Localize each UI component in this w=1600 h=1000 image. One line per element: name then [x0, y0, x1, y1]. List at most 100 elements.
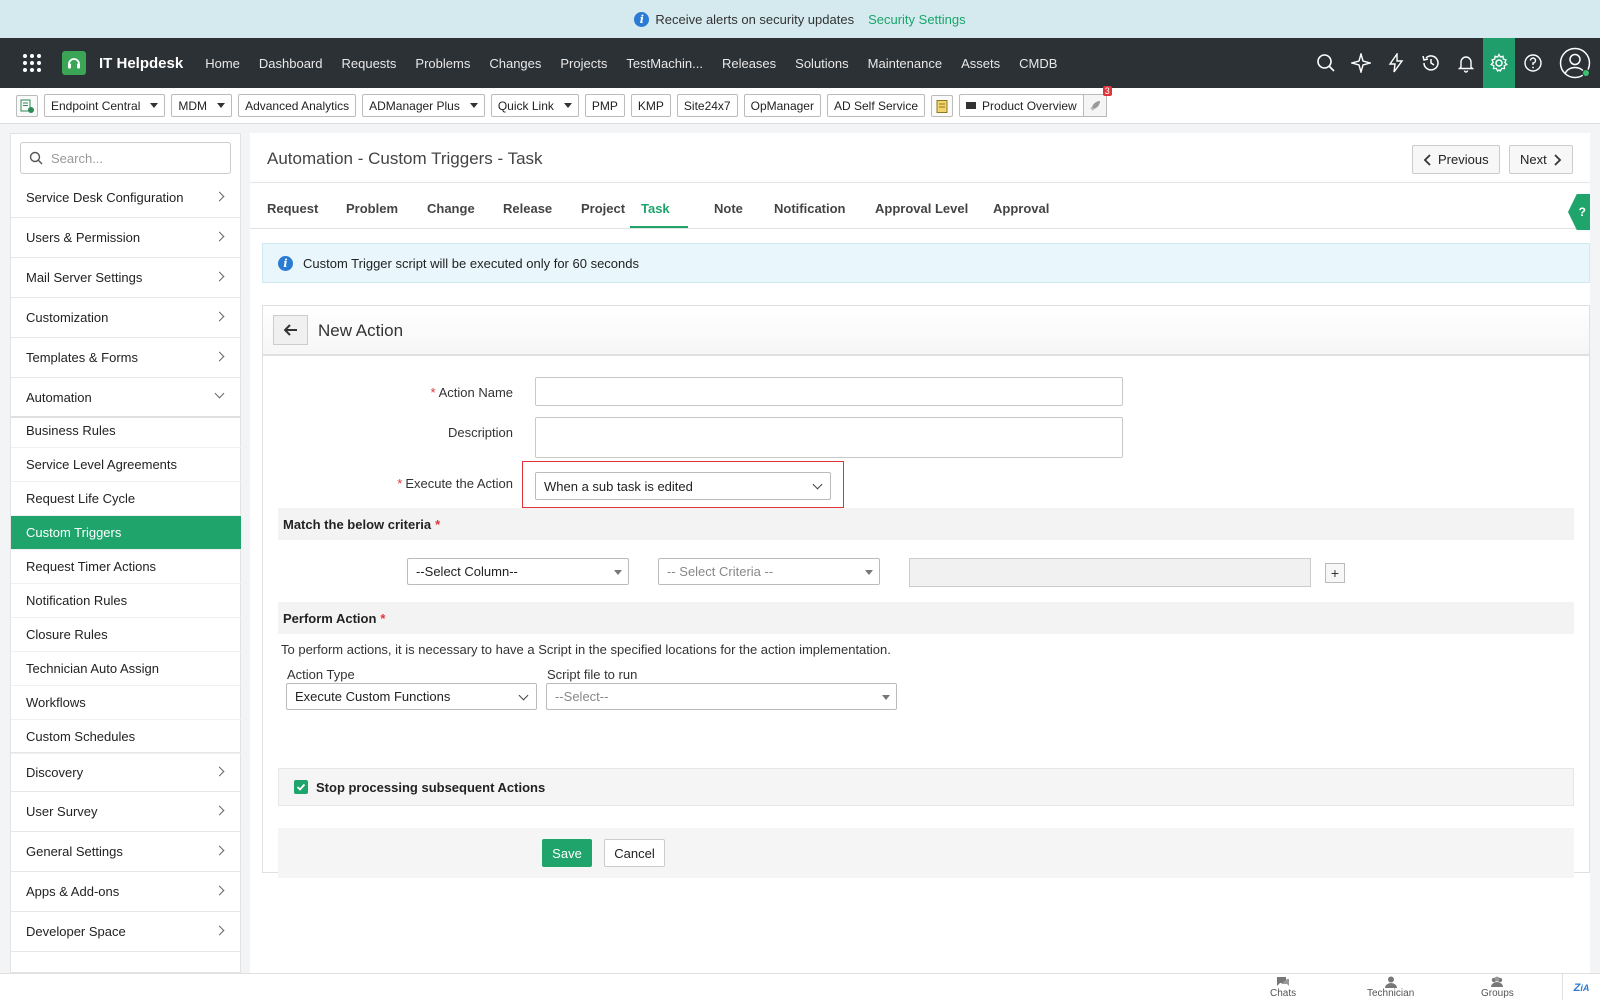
criteria-section-header: Match the below criteria *	[278, 508, 1574, 540]
tab-notification[interactable]: Notification	[774, 201, 846, 216]
sidebar-sub-request-life-cycle[interactable]: Request Life Cycle	[11, 482, 241, 516]
settings-gear-icon[interactable]	[1483, 38, 1515, 88]
product-overview-button[interactable]: Product Overview	[959, 94, 1084, 117]
checkmark-icon	[296, 783, 306, 791]
zia-assistant-icon[interactable]: ZiA	[1562, 974, 1600, 1000]
nav-requests[interactable]: Requests	[342, 56, 397, 71]
add-widget-icon[interactable]	[16, 94, 38, 117]
sidebar-sub-business-rules[interactable]: Business Rules	[11, 414, 241, 448]
execute-action-select[interactable]: When a sub task is edited	[535, 472, 831, 500]
main-content: Automation - Custom Triggers - Task Prev…	[250, 133, 1590, 973]
quick-link-dropdown[interactable]: Quick Link	[490, 94, 579, 117]
sidebar-sub-notification-rules[interactable]: Notification Rules	[11, 584, 241, 618]
nav-problems[interactable]: Problems	[415, 56, 470, 71]
user-avatar-icon[interactable]	[1550, 38, 1600, 88]
tab-project[interactable]: Project	[581, 201, 625, 216]
tab-approval[interactable]: Approval	[993, 201, 1049, 216]
select-column-dropdown[interactable]: --Select Column--	[407, 558, 629, 585]
page-title: Automation - Custom Triggers - Task	[267, 149, 543, 168]
nav-solutions[interactable]: Solutions	[795, 56, 848, 71]
nav-projects[interactable]: Projects	[560, 56, 607, 71]
criteria-value-input[interactable]	[909, 558, 1311, 587]
active-tab-indicator	[630, 226, 688, 228]
rocket-icon[interactable]: 3	[1082, 86, 1112, 117]
chevron-right-icon	[214, 311, 225, 322]
sidebar-item-service-desk-configuration[interactable]: Service Desk Configuration	[11, 178, 241, 218]
technician-button[interactable]: Technician	[1367, 976, 1414, 999]
tab-request[interactable]: Request	[267, 201, 318, 216]
sidebar-item-customization[interactable]: Customization	[11, 298, 241, 338]
script-file-label: Script file to run	[547, 667, 638, 682]
action-type-label: Action Type	[287, 667, 355, 682]
previous-button[interactable]: Previous	[1412, 145, 1500, 174]
sidebar-sub-workflows[interactable]: Workflows	[11, 686, 241, 720]
cancel-button[interactable]: Cancel	[604, 839, 665, 867]
sidebar-item-automation[interactable]: Automation	[11, 378, 241, 418]
sidebar-search-input[interactable]: Search...	[20, 142, 231, 174]
tab-change[interactable]: Change	[427, 201, 475, 216]
sidebar-item-mail-server-settings[interactable]: Mail Server Settings	[11, 258, 241, 298]
tab-problem[interactable]: Problem	[346, 201, 398, 216]
sidebar-item-templates-forms[interactable]: Templates & Forms	[11, 338, 241, 378]
sidebar-item-developer-space[interactable]: Developer Space	[11, 912, 241, 952]
groups-button[interactable]: Groups	[1481, 976, 1514, 999]
sidebar-sub-custom-schedules[interactable]: Custom Schedules	[11, 720, 241, 754]
nav-changes[interactable]: Changes	[489, 56, 541, 71]
sidebar-sub-request-timer-actions[interactable]: Request Timer Actions	[11, 550, 241, 584]
sidebar-item-discovery[interactable]: Discovery	[11, 752, 241, 792]
bell-icon[interactable]	[1448, 38, 1483, 88]
action-name-input[interactable]	[535, 377, 1123, 406]
security-settings-link[interactable]: Security Settings	[868, 12, 966, 27]
site24x7-button[interactable]: Site24x7	[676, 94, 738, 117]
help-icon[interactable]	[1515, 38, 1550, 88]
lightning-icon[interactable]	[1378, 38, 1413, 88]
nav-testmachine[interactable]: TestMachin...	[626, 56, 703, 71]
technician-icon	[1384, 976, 1397, 988]
save-button[interactable]: Save	[542, 839, 592, 867]
sidebar-sub-service-level-agreements[interactable]: Service Level Agreements	[11, 448, 241, 482]
add-criteria-icon[interactable]: +	[1325, 563, 1345, 583]
ad-self-service-button[interactable]: AD Self Service	[826, 94, 926, 117]
admin-sidebar: Search... Service Desk Configuration Use…	[10, 133, 241, 973]
nav-maintenance[interactable]: Maintenance	[868, 56, 942, 71]
admanager-dropdown[interactable]: ADManager Plus	[362, 94, 485, 117]
chevron-right-icon	[214, 191, 225, 202]
next-button[interactable]: Next	[1509, 145, 1573, 174]
select-criteria-dropdown[interactable]: -- Select Criteria --	[658, 558, 880, 585]
ai-sparkle-icon[interactable]	[1343, 38, 1378, 88]
sidebar-item-apps-addons[interactable]: Apps & Add-ons	[11, 872, 241, 912]
chat-icon	[1277, 977, 1290, 986]
back-arrow-icon[interactable]	[273, 315, 308, 345]
nav-releases[interactable]: Releases	[722, 56, 776, 71]
description-textarea[interactable]	[535, 417, 1123, 458]
sidebar-sub-technician-auto-assign[interactable]: Technician Auto Assign	[11, 652, 241, 686]
pmp-button[interactable]: PMP	[584, 94, 625, 117]
sidebar-item-users-permission[interactable]: Users & Permission	[11, 218, 241, 258]
nav-dashboard[interactable]: Dashboard	[259, 56, 323, 71]
search-icon[interactable]	[1308, 38, 1343, 88]
tab-approval-level[interactable]: Approval Level	[875, 201, 968, 216]
history-icon[interactable]	[1413, 38, 1448, 88]
chats-button[interactable]: Chats	[1270, 976, 1296, 999]
stop-processing-checkbox[interactable]	[294, 780, 308, 794]
tab-task[interactable]: Task	[641, 201, 670, 216]
script-file-select[interactable]: --Select--	[546, 683, 897, 710]
tab-release[interactable]: Release	[503, 201, 552, 216]
opmanager-button[interactable]: OpManager	[743, 94, 821, 117]
action-type-select[interactable]: Execute Custom Functions	[286, 683, 537, 710]
app-grid-icon[interactable]	[0, 38, 64, 88]
kmp-button[interactable]: KMP	[630, 94, 671, 117]
sidebar-item-user-survey[interactable]: User Survey	[11, 792, 241, 832]
tab-note[interactable]: Note	[714, 201, 743, 216]
nav-cmdb[interactable]: CMDB	[1019, 56, 1057, 71]
nav-assets[interactable]: Assets	[961, 56, 1000, 71]
nav-home[interactable]: Home	[205, 56, 240, 71]
advanced-analytics-button[interactable]: Advanced Analytics	[238, 94, 357, 117]
sidebar-sub-closure-rules[interactable]: Closure Rules	[11, 618, 241, 652]
mdm-dropdown[interactable]: MDM	[171, 94, 233, 117]
sidebar-sub-custom-triggers[interactable]: Custom Triggers	[11, 516, 241, 550]
notes-icon[interactable]	[931, 94, 954, 117]
banner-message: Receive alerts on security updates	[655, 11, 855, 27]
sidebar-item-general-settings[interactable]: General Settings	[11, 832, 241, 872]
endpoint-central-dropdown[interactable]: Endpoint Central	[44, 94, 166, 117]
